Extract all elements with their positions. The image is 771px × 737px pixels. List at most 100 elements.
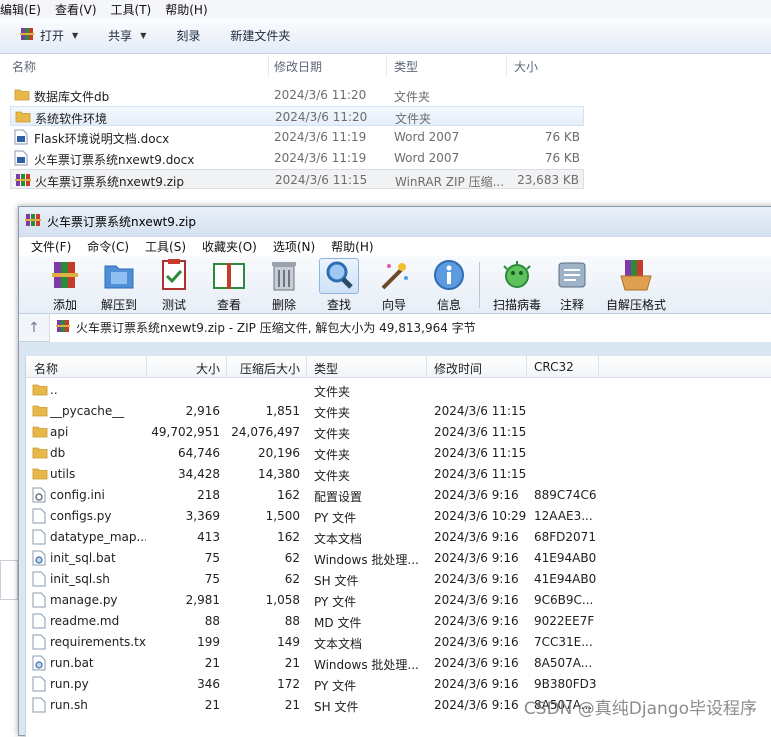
watermark: CSDN @真纯Django毕设程序 [524,694,757,719]
file-name: 火车票订票系统nxewt9.zip [35,173,184,190]
entry-size: 75 [205,572,220,586]
folder-icon [32,445,48,462]
file-date: 2024/3/6 11:20 [275,110,367,124]
archive-row[interactable]: datatype_map....413162文本文档2024/3/6 9:166… [26,526,771,547]
entry-modified: 2024/3/6 9:16 [434,677,519,691]
archive-row[interactable]: __pycache__2,9161,851文件夹2024/3/6 11:15 [26,400,771,421]
col-size[interactable]: 大小 [196,360,220,377]
menu-options[interactable]: 选项(N) [273,238,315,255]
delete-button[interactable]: 删除 [256,258,312,313]
entry-type: 文本文档 [314,635,418,652]
explorer-menubar: 编辑(E) 查看(V) 工具(T) 帮助(H) [0,0,771,18]
virus-scan-button[interactable]: 扫描病毒 [485,258,549,313]
archive-row[interactable]: utils34,42814,380文件夹2024/3/6 11:15 [26,463,771,484]
file-date: 2024/3/6 11:19 [274,130,366,144]
col-name[interactable]: 名称 [34,360,58,377]
menu-tools[interactable]: 工具(T) [111,1,152,18]
col-date[interactable]: 修改日期 [274,58,322,75]
col-packed[interactable]: 压缩后大小 [240,360,300,377]
col-name[interactable]: 名称 [12,58,36,75]
archive-row[interactable]: db64,74620,196文件夹2024/3/6 11:15 [26,442,771,463]
info-button[interactable]: 信息 [421,258,477,313]
archive-path-text: 火车票订票系统nxewt9.zip - ZIP 压缩文件, 解包大小为 49,8… [76,319,476,336]
menu-edit[interactable]: 编辑(E) [0,1,41,18]
entry-type: PY 文件 [314,593,418,610]
share-button[interactable]: 共享 ▼ [108,27,146,44]
entry-packed-size: 1,058 [266,593,300,607]
view-label: 查看 [201,296,257,313]
test-button[interactable]: 测试 [146,258,202,313]
col-crc[interactable]: CRC32 [534,360,574,374]
menu-commands[interactable]: 命令(C) [87,238,129,255]
archive-row[interactable]: init_sql.sh7562SH 文件2024/3/6 9:1641E94AB… [26,568,771,589]
entry-crc: 12AAE3... [534,509,596,523]
archive-path[interactable]: 火车票订票系统nxewt9.zip - ZIP 压缩文件, 解包大小为 49,8… [49,314,771,342]
file-size: 23,683 KB [517,173,579,187]
entry-crc: 9C6B9C... [534,593,596,607]
file-icon [32,634,46,653]
archive-row[interactable]: config.ini218162配置设置2024/3/6 9:16889C74C… [26,484,771,505]
entry-name: datatype_map.... [50,530,146,544]
winrar-icon [20,27,34,44]
entry-size: 75 [205,551,220,565]
archive-row[interactable]: readme.md8888MD 文件2024/3/6 9:169022EE7F [26,610,771,631]
col-type[interactable]: 类型 [314,360,338,377]
window-edge [0,560,18,600]
col-modified[interactable]: 修改时间 [434,360,482,377]
file-row[interactable]: 火车票订票系统nxewt9.docx 2024/3/6 11:19 Word 2… [10,148,584,168]
winrar-toolbar: 添加 解压到 测试 查看 删除 查找 向导 信息 [19,256,771,314]
winrar-titlebar[interactable]: 火车票订票系统nxewt9.zip [19,207,771,236]
menu-favorites[interactable]: 收藏夹(O) [202,238,257,255]
menu-tools[interactable]: 工具(S) [145,238,186,255]
new-folder-button[interactable]: 新建文件夹 [230,27,290,44]
sfx-button[interactable]: 自解压格式 [599,258,673,313]
file-row[interactable]: 火车票订票系统nxewt9.zip 2024/3/6 11:15 WinRAR … [10,169,584,189]
col-size[interactable]: 大小 [514,58,538,75]
burn-button[interactable]: 刻录 [176,27,200,44]
comment-button[interactable]: 注释 [544,258,600,313]
file-row[interactable]: 数据库文件db 2024/3/6 11:20 文件夹 [10,85,584,105]
wizard-label: 向导 [366,296,422,313]
entry-modified: 2024/3/6 11:15 [434,467,526,481]
entry-size: 64,746 [178,446,220,460]
file-row[interactable]: Flask环境说明文档.docx 2024/3/6 11:19 Word 200… [10,127,584,147]
entry-packed-size: 88 [285,614,300,628]
up-arrow-icon[interactable]: ↑ [19,320,49,336]
menu-help[interactable]: 帮助(H) [331,238,373,255]
archive-row[interactable]: init_sql.bat7562Windows 批处理...2024/3/6 9… [26,547,771,568]
archive-row[interactable]: run.bat2121Windows 批处理...2024/3/6 9:168A… [26,652,771,673]
view-button[interactable]: 查看 [201,258,257,313]
entry-packed-size: 62 [285,572,300,586]
archive-row[interactable]: api49,702,95124,076,497文件夹2024/3/6 11:15 [26,421,771,442]
entry-packed-size: 172 [277,677,300,691]
menu-help[interactable]: 帮助(H) [165,1,207,18]
file-type: WinRAR ZIP 压缩... [395,173,504,190]
archive-row[interactable]: requirements.txt199149文本文档2024/3/6 9:167… [26,631,771,652]
entry-size: 413 [197,530,220,544]
wizard-button[interactable]: 向导 [366,258,422,313]
archive-row[interactable]: ..文件夹 [26,379,771,400]
open-button[interactable]: 打开 ▼ [20,27,78,44]
menu-file[interactable]: 文件(F) [31,238,71,255]
archive-row[interactable]: run.py346172PY 文件2024/3/6 9:169B380FD3 [26,673,771,694]
sfx-label: 自解压格式 [599,296,673,313]
extract-button[interactable]: 解压到 [91,258,147,313]
entry-type: 文件夹 [314,446,418,463]
archive-row[interactable]: configs.py3,3691,500PY 文件2024/3/6 10:291… [26,505,771,526]
chevron-down-icon: ▼ [72,31,78,40]
new-folder-label: 新建文件夹 [230,27,290,44]
entry-name: utils [50,467,146,481]
add-button[interactable]: 添加 [37,258,93,313]
entry-type: 配置设置 [314,488,418,505]
file-icon [32,613,46,632]
col-type[interactable]: 类型 [394,58,418,75]
archive-row[interactable]: manage.py2,9811,058PY 文件2024/3/6 9:169C6… [26,589,771,610]
file-name: 火车票订票系统nxewt9.docx [34,151,194,168]
file-type: 文件夹 [395,110,431,127]
find-button[interactable]: 查找 [311,258,367,313]
file-row[interactable]: 系统软件环境 2024/3/6 11:20 文件夹 [10,106,584,126]
menu-view[interactable]: 查看(V) [55,1,97,18]
test-icon [157,258,191,295]
entry-name: config.ini [50,488,146,502]
folder-icon [14,87,30,104]
